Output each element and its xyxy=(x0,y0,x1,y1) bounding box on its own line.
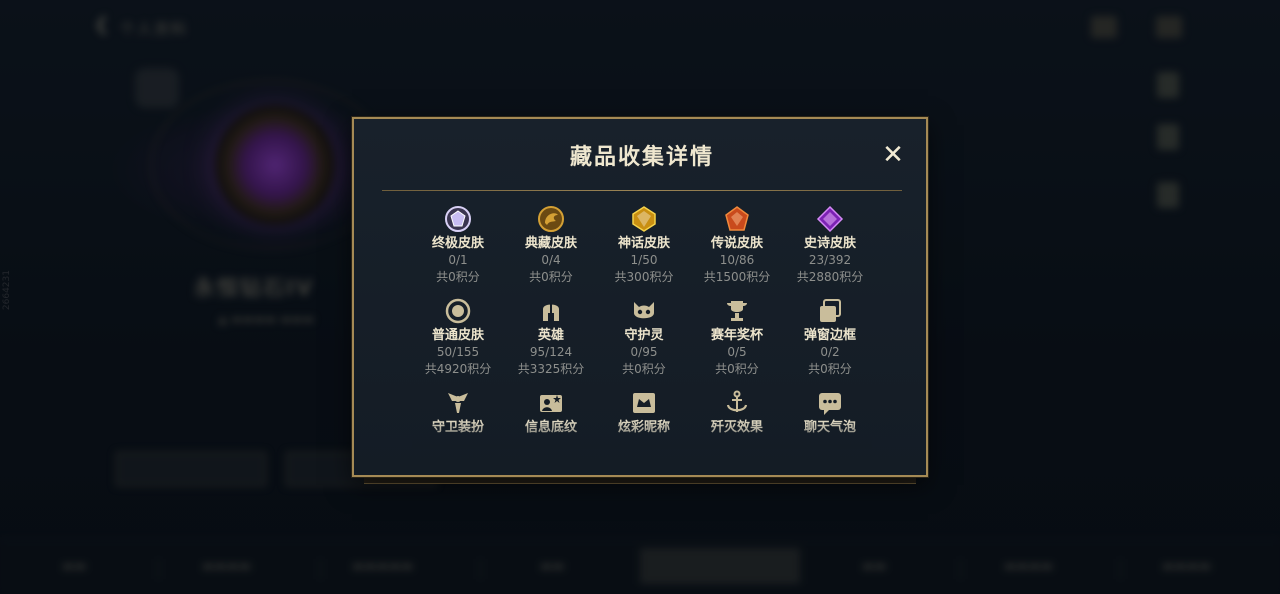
category-count: 0/2 xyxy=(820,345,840,359)
champion-helmet-icon xyxy=(537,297,565,325)
category-count: 95/124 xyxy=(529,345,573,359)
category-points: 共4920积分 xyxy=(424,362,492,376)
guardian-costume-icon xyxy=(444,389,472,417)
collection-category-item[interactable]: 终极皮肤 0/1 共0积分 xyxy=(412,205,504,286)
collection-category-item[interactable]: 赛年奖杯 0/5 共0积分 xyxy=(691,297,783,378)
collection-category-item[interactable]: 炫彩昵称 xyxy=(598,389,690,436)
collection-category-item[interactable]: 歼灭效果 xyxy=(691,389,783,436)
category-name: 终极皮肤 xyxy=(431,236,484,251)
category-name: 普通皮肤 xyxy=(431,328,484,343)
category-points: 共3325积分 xyxy=(517,362,585,376)
category-count: 0/4 xyxy=(541,253,561,267)
close-button[interactable]: ✕ xyxy=(878,141,908,171)
category-name: 赛年奖杯 xyxy=(710,328,763,343)
category-name: 典藏皮肤 xyxy=(524,236,577,251)
prestige-skin-dragon-icon xyxy=(537,205,565,233)
collection-category-item[interactable]: 普通皮肤 50/155 共4920积分 xyxy=(412,297,504,378)
category-points: 共0积分 xyxy=(808,362,852,376)
collection-category-item[interactable]: 史诗皮肤 23/392 共2880积分 xyxy=(784,205,872,286)
category-name: 传说皮肤 xyxy=(710,236,763,251)
title-divider xyxy=(382,190,902,191)
category-name: 炫彩昵称 xyxy=(617,420,670,435)
collection-category-item[interactable]: 守护灵 0/95 共0积分 xyxy=(598,297,690,378)
category-points: 共0积分 xyxy=(622,362,666,376)
category-count: 0/5 xyxy=(727,345,747,359)
category-points: 共1500积分 xyxy=(703,270,771,284)
category-name: 歼灭效果 xyxy=(710,420,763,435)
collection-grid[interactable]: 终极皮肤 0/1 共0积分 典藏皮肤 0/4 共0积分 神话皮肤 1/50 共300积分 传… xyxy=(412,205,872,445)
colorful-nickname-icon xyxy=(630,389,658,417)
common-skin-circle-icon xyxy=(444,297,472,325)
category-name: 信息底纹 xyxy=(524,420,577,435)
category-name: 英雄 xyxy=(537,328,564,343)
category-name: 聊天气泡 xyxy=(803,420,856,435)
collection-details-dialog: 藏品收集详情 ✕ 终极皮肤 0/1 共0积分 典藏皮肤 0/4 共0积分 神话皮肤 1/5… xyxy=(352,117,928,477)
category-points: 共0积分 xyxy=(436,270,480,284)
category-name: 守卫装扮 xyxy=(431,420,484,435)
info-card-pattern-icon xyxy=(537,389,565,417)
ultimate-skin-gem-icon xyxy=(444,205,472,233)
category-count: 0/95 xyxy=(630,345,658,359)
category-points: 共2880积分 xyxy=(796,270,864,284)
epic-skin-gem-icon xyxy=(816,205,844,233)
collection-category-item[interactable]: 英雄 95/124 共3325积分 xyxy=(505,297,597,378)
category-count: 23/392 xyxy=(808,253,852,267)
category-name: 史诗皮肤 xyxy=(803,236,856,251)
dialog-title: 藏品收集详情 xyxy=(569,145,714,170)
category-points: 共0积分 xyxy=(529,270,573,284)
category-count: 10/86 xyxy=(719,253,755,267)
collection-category-item[interactable]: 聊天气泡 xyxy=(784,389,872,436)
collection-category-item[interactable]: 神话皮肤 1/50 共300积分 xyxy=(598,205,690,286)
season-trophy-icon xyxy=(723,297,751,325)
category-name: 弹窗边框 xyxy=(803,328,856,343)
collection-category-item[interactable]: 传说皮肤 10/86 共1500积分 xyxy=(691,205,783,286)
popup-frame-icon xyxy=(816,297,844,325)
collection-category-item[interactable]: 典藏皮肤 0/4 共0积分 xyxy=(505,205,597,286)
category-count: 50/155 xyxy=(436,345,480,359)
category-count: 0/1 xyxy=(448,253,468,267)
little-legend-icon xyxy=(630,297,658,325)
category-points: 共300积分 xyxy=(614,270,674,284)
collection-category-item[interactable]: 信息底纹 xyxy=(505,389,597,436)
mythic-skin-gem-icon xyxy=(630,205,658,233)
chat-bubble-icon xyxy=(816,389,844,417)
category-points: 共0积分 xyxy=(715,362,759,376)
collection-category-item[interactable]: 守卫装扮 xyxy=(412,389,504,436)
category-name: 神话皮肤 xyxy=(617,236,670,251)
category-name: 守护灵 xyxy=(624,328,664,343)
category-count: 1/50 xyxy=(630,253,658,267)
collection-category-item[interactable]: 弹窗边框 0/2 共0积分 xyxy=(784,297,872,378)
legendary-skin-gem-icon xyxy=(723,205,751,233)
annihilation-effect-icon xyxy=(723,389,751,417)
